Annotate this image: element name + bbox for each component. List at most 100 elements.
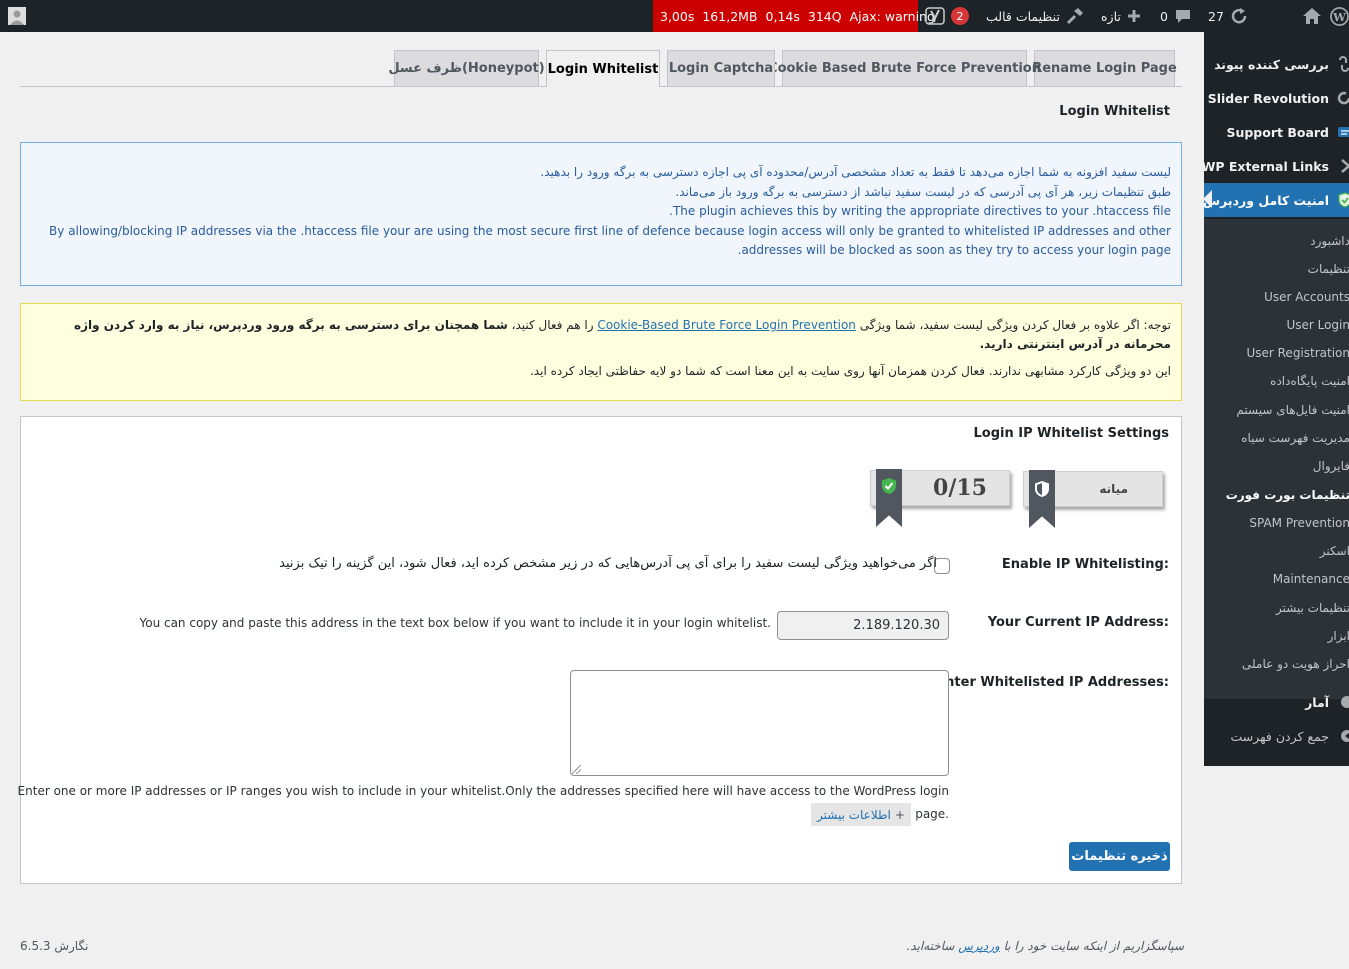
- level-ribbon: میانه: [1023, 470, 1163, 528]
- tab-login-whitelist[interactable]: Login Whitelist: [546, 50, 660, 87]
- enable-whitelist-label: Enable IP Whitelisting:: [1001, 557, 1169, 572]
- note-paragraph-1: توجه: اگر علاوه بر فعال کردن ویژگی لیست …: [31, 316, 1171, 354]
- wordpress-logo[interactable]: W: [1330, 0, 1349, 32]
- qm-queries: 314Q: [807, 8, 842, 24]
- submenu-item-miscellaneous[interactable]: تنظیمات بیشتر: [1205, 594, 1349, 622]
- warning-note: توجه: اگر علاوه بر فعال کردن ویژگی لیست …: [20, 303, 1182, 401]
- note-prefix: توجه: اگر علاوه بر فعال کردن ویژگی لیست …: [855, 318, 1171, 332]
- yoast-menu[interactable]: 2: [925, 0, 969, 32]
- tab-cookie-brute-force[interactable]: Cookie Based Brute Force Prevention: [768, 50, 1041, 86]
- panel-title: Login IP Whitelist Settings: [973, 426, 1169, 441]
- resize-handle[interactable]: [572, 765, 581, 774]
- submenu-item-user-login[interactable]: User Login: [1205, 311, 1349, 339]
- submenu-item-database-security[interactable]: امنیت پایگاه‌داده: [1205, 367, 1349, 395]
- more-info-toggle[interactable]: + اطلاعات بیشتر: [811, 803, 911, 826]
- submenu-item-user-accounts[interactable]: User Accounts: [1205, 283, 1349, 311]
- enable-whitelist-description: اگر می‌خواهید ویژگی لیست سفید را برای آی…: [279, 556, 937, 571]
- sidebar-item-support-board[interactable]: Support Board: [1204, 115, 1349, 149]
- sidebar-item-label: Support Board: [1226, 124, 1329, 140]
- new-content-menu[interactable]: تازه: [1101, 0, 1141, 32]
- new-label: تازه: [1101, 8, 1121, 24]
- info-line-2: طبق تنظیمات زیر، هر آی پی آدرسی که در لی…: [675, 184, 1171, 199]
- tab-rename-login-page[interactable]: Rename Login Page: [1032, 50, 1177, 86]
- info-box: لیست سفید افزونه به شما اجازه می‌دهد تا …: [20, 142, 1182, 286]
- submenu-item-maintenance[interactable]: Maintenance: [1205, 565, 1349, 593]
- info-line-1: لیست سفید افزونه به شما اجازه می‌دهد تا …: [540, 165, 1171, 179]
- whitelist-ips-textarea[interactable]: [570, 670, 949, 776]
- section-title: Login Whitelist: [1059, 104, 1170, 119]
- external-link-icon: [1339, 158, 1349, 174]
- plus-icon: [1127, 9, 1141, 23]
- collapse-icon: [1337, 728, 1349, 744]
- sidebar-item-label: WP External Links: [1204, 158, 1329, 174]
- submenu-item-settings[interactable]: تنظیمات: [1205, 255, 1349, 283]
- admin-bar: 3,00s 161,2MB 0,14s 314Q Ajax: warning 2…: [0, 0, 1349, 32]
- home-icon: [1302, 7, 1322, 25]
- submenu-item-scanner[interactable]: اسکنر: [1205, 537, 1349, 565]
- submenu-item-filesystem-security[interactable]: امنیت فایل‌های سیستم: [1205, 396, 1349, 424]
- updates-menu[interactable]: 27: [1208, 0, 1248, 32]
- settings-tabs: Rename Login Page Cookie Based Brute For…: [20, 50, 1182, 87]
- sidebar-item-label: Slider Revolution: [1207, 90, 1329, 106]
- tab-honeypot[interactable]: ظرف عسل(Honeypot): [388, 50, 545, 86]
- wordpress-link[interactable]: وردپرس: [958, 939, 1000, 953]
- qm-memory: 161,2MB: [702, 8, 758, 24]
- site-home-link[interactable]: [1302, 0, 1322, 32]
- submenu-item-user-registration[interactable]: User Registration: [1205, 339, 1349, 367]
- link-icon: [1337, 56, 1349, 72]
- yoast-count-badge: 2: [951, 7, 969, 25]
- sidebar-item-stats[interactable]: آمار: [1204, 685, 1349, 719]
- whitelist-help-line-2: page.: [915, 807, 949, 821]
- user-avatar-icon: [8, 7, 26, 25]
- score-value: 0/15: [933, 475, 987, 501]
- sidebar-submenu: داشبورد تنظیمات User Accounts User Login…: [1204, 219, 1349, 699]
- yoast-icon: [925, 7, 945, 25]
- qm-db-time: 0,14s: [765, 8, 800, 24]
- refresh-icon: [1337, 90, 1349, 106]
- submenu-item-blacklist-manager[interactable]: مدیریت فهرست سیاه: [1205, 424, 1349, 452]
- active-menu-arrow: [1204, 190, 1212, 208]
- whitelist-help-line-1: Enter one or more IP addresses or IP ran…: [17, 784, 949, 798]
- cookie-brute-force-link[interactable]: Cookie-Based Brute Force Login Preventio…: [597, 318, 856, 332]
- sidebar-item-broken-link-checker[interactable]: بررسی کننده پیوند: [1204, 47, 1349, 81]
- submenu-item-brute-force[interactable]: تنظیمات بورت فورت: [1205, 481, 1349, 509]
- submenu-item-dashboard[interactable]: داشبورد: [1205, 227, 1349, 255]
- footer-thanks-prefix: سپاسگزاریم از اینکه سایت خود را با: [999, 939, 1184, 953]
- current-ip-description: You can copy and paste this address in t…: [139, 616, 771, 630]
- shield-icon: [1337, 192, 1349, 208]
- submenu-item-two-factor-auth[interactable]: احراز هویت دو عاملی: [1205, 650, 1349, 678]
- comments-count: 0: [1160, 8, 1168, 24]
- plus-icon: +: [894, 807, 905, 822]
- qm-time: 3,00s: [660, 8, 695, 24]
- sidebar-item-all-in-one-security[interactable]: امنیت کامل وردپرس: [1204, 183, 1349, 217]
- theme-settings-menu[interactable]: تنظیمات قالب: [986, 0, 1084, 32]
- current-ip-field[interactable]: 2.189.120.30: [777, 611, 949, 640]
- chat-icon: [1337, 124, 1349, 140]
- wordpress-icon: W: [1330, 6, 1349, 26]
- updates-count: 27: [1208, 8, 1224, 24]
- query-monitor[interactable]: 3,00s 161,2MB 0,14s 314Q Ajax: warning: [653, 0, 935, 32]
- submenu-item-tools[interactable]: ابزار: [1205, 622, 1349, 650]
- admin-sidebar: بررسی کننده پیوند Slider Revolution Supp…: [1204, 32, 1349, 766]
- save-settings-button[interactable]: ذخیره تنظیمات: [1069, 842, 1170, 871]
- user-avatar[interactable]: [8, 0, 26, 32]
- score-ribbon: 0/15: [870, 469, 1010, 527]
- sidebar-item-label: آمار: [1305, 694, 1329, 710]
- whitelist-settings-panel: Login IP Whitelist Settings 0/15 میانه E…: [17, 416, 1182, 884]
- sidebar-item-label: امنیت کامل وردپرس: [1204, 192, 1329, 208]
- stats-icon: [1337, 694, 1349, 710]
- submenu-item-firewall[interactable]: فایروال: [1205, 452, 1349, 480]
- submenu-item-spam-prevention[interactable]: SPAM Prevention: [1205, 509, 1349, 537]
- tab-login-captcha[interactable]: Login Captcha: [667, 50, 775, 86]
- qm-ajax: Ajax: warning: [849, 8, 935, 24]
- sidebar-item-wp-external-links[interactable]: WP External Links: [1204, 149, 1349, 183]
- sidebar-item-slider-revolution[interactable]: Slider Revolution: [1204, 81, 1349, 115]
- sidebar-item-label: جمع کردن فهرست: [1230, 728, 1329, 744]
- sidebar-collapse-menu[interactable]: جمع کردن فهرست: [1204, 719, 1349, 753]
- security-level: میانه: [1099, 482, 1128, 496]
- sidebar-item-label: بررسی کننده پیوند: [1214, 56, 1329, 72]
- hammer-icon: [1066, 7, 1084, 25]
- footer-thanks: سپاسگزاریم از اینکه سایت خود را با وردپر…: [906, 939, 1184, 953]
- ribbon-tail: [1029, 470, 1055, 528]
- comments-menu[interactable]: 0: [1160, 0, 1192, 32]
